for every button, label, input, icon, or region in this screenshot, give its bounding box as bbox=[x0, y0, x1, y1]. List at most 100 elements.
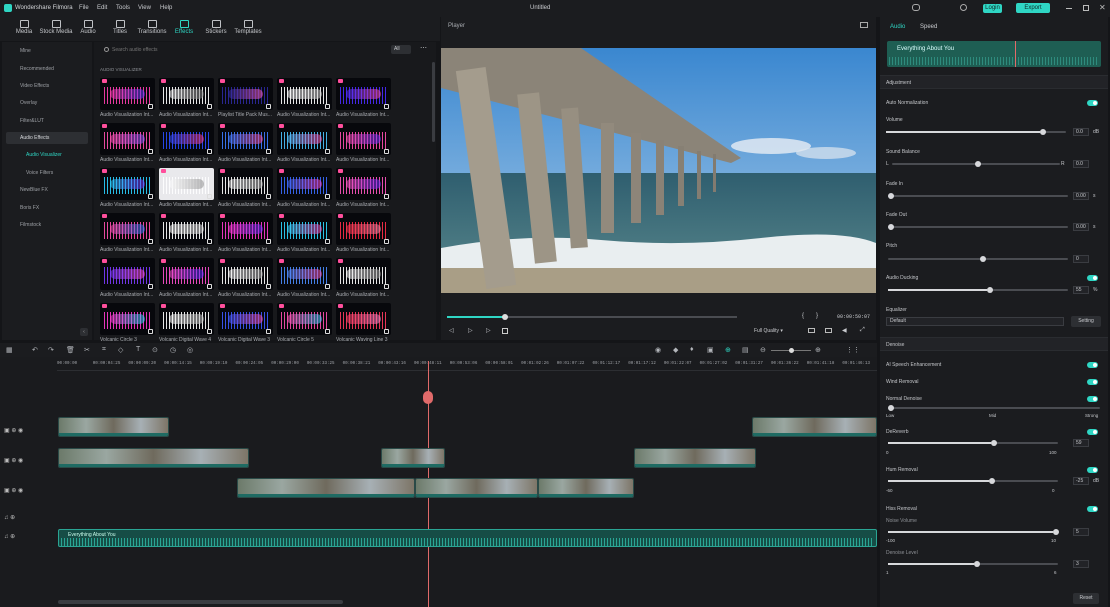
tab-speed[interactable]: Speed bbox=[920, 24, 937, 30]
hum-removal-toggle[interactable] bbox=[1087, 467, 1098, 473]
zoom-out-icon[interactable]: ⊖ bbox=[760, 346, 766, 354]
tab-effects[interactable]: Effects bbox=[166, 18, 202, 40]
effect-card[interactable]: Audio Visualization Int... bbox=[277, 213, 332, 258]
tab-media[interactable]: Media bbox=[6, 18, 42, 40]
tag-icon[interactable]: ◇ bbox=[118, 346, 123, 354]
effect-card[interactable]: Audio Visualization Int... bbox=[277, 258, 332, 303]
download-icon[interactable] bbox=[148, 149, 153, 154]
effect-card[interactable]: Audio Visualization Int... bbox=[336, 78, 391, 123]
nav-audio-visualizer[interactable]: Audio Visualizer bbox=[6, 149, 88, 161]
export-button[interactable]: Export bbox=[1016, 3, 1050, 13]
video-clip[interactable] bbox=[58, 448, 249, 468]
nav-video-effects[interactable]: Video Effects bbox=[6, 80, 88, 92]
nav-recommended[interactable]: Recommended bbox=[6, 63, 88, 75]
download-icon[interactable] bbox=[325, 239, 330, 244]
render-icon[interactable]: ◉ bbox=[655, 346, 661, 354]
download-icon[interactable] bbox=[325, 194, 330, 199]
effect-card[interactable]: Playlist Title Pack Mus... bbox=[218, 78, 273, 123]
effect-card[interactable]: Audio Visualization Int... bbox=[277, 168, 332, 213]
auto-normalization-toggle[interactable] bbox=[1087, 100, 1098, 106]
effect-card[interactable]: Audio Visualization Int... bbox=[277, 78, 332, 123]
download-icon[interactable] bbox=[325, 284, 330, 289]
dereverb-value[interactable]: 59 bbox=[1073, 439, 1089, 447]
download-icon[interactable] bbox=[384, 104, 389, 109]
layout-icon[interactable]: ▦ bbox=[6, 346, 13, 354]
download-icon[interactable] bbox=[266, 239, 271, 244]
crop-icon[interactable]: ⌗ bbox=[102, 346, 106, 354]
zoom-in-icon[interactable]: ⊕ bbox=[815, 346, 821, 354]
volume-icon[interactable]: ◀ bbox=[842, 327, 847, 334]
pitch-slider[interactable] bbox=[888, 256, 1068, 262]
color-icon[interactable]: ◎ bbox=[187, 346, 193, 354]
tab-stock-media[interactable]: Stock Media bbox=[38, 18, 74, 40]
denoise-level-slider[interactable] bbox=[888, 561, 1058, 567]
camera-icon[interactable] bbox=[825, 328, 832, 333]
download-icon[interactable] bbox=[384, 194, 389, 199]
account-icon[interactable] bbox=[960, 4, 967, 11]
tab-transitions[interactable]: Transitions bbox=[134, 18, 170, 40]
effect-card[interactable]: Audio Visualization Int... bbox=[100, 213, 155, 258]
effect-card[interactable]: Audio Visualization Int... bbox=[336, 168, 391, 213]
effect-card[interactable]: Volcanic Waving Line 3 bbox=[336, 303, 391, 348]
fade-out-value[interactable]: 0.00 bbox=[1073, 223, 1089, 231]
effect-card[interactable]: Audio Visualization Int... bbox=[159, 258, 214, 303]
pitch-value[interactable]: 0 bbox=[1073, 255, 1089, 263]
mark-in-icon[interactable]: { bbox=[802, 313, 804, 319]
ai-speech-toggle[interactable] bbox=[1087, 362, 1098, 368]
video-clip[interactable] bbox=[415, 478, 538, 498]
cloud-icon[interactable] bbox=[912, 4, 920, 11]
effect-card[interactable]: Audio Visualization Int... bbox=[100, 168, 155, 213]
video-clip[interactable] bbox=[58, 417, 169, 437]
menu-view[interactable]: View bbox=[138, 5, 151, 11]
mic-icon[interactable]: ♦ bbox=[690, 346, 694, 353]
effect-card[interactable]: Volcanic Digital Wave 4 bbox=[159, 303, 214, 348]
equalizer-dropdown[interactable]: Default bbox=[886, 317, 1064, 326]
dereverb-slider[interactable] bbox=[888, 440, 1058, 446]
balance-value[interactable]: 0.0 bbox=[1073, 160, 1089, 168]
menu-tools[interactable]: Tools bbox=[116, 5, 130, 11]
fade-in-value[interactable]: 0.00 bbox=[1073, 192, 1089, 200]
video-preview[interactable] bbox=[441, 48, 876, 293]
effect-card[interactable]: Audio Visualization Int... bbox=[336, 258, 391, 303]
text-tool-icon[interactable]: T bbox=[136, 346, 140, 353]
download-icon[interactable] bbox=[384, 329, 389, 334]
download-icon[interactable] bbox=[325, 104, 330, 109]
denoise-header[interactable]: Denoise bbox=[880, 337, 1108, 351]
nav-filter-lut[interactable]: Filter&LUT bbox=[6, 115, 88, 127]
close-icon[interactable]: ✕ bbox=[1099, 3, 1106, 12]
effects-search-input[interactable] bbox=[112, 45, 252, 54]
download-icon[interactable] bbox=[266, 104, 271, 109]
download-icon[interactable] bbox=[148, 239, 153, 244]
nav-mine[interactable]: Mine bbox=[6, 45, 88, 57]
noise-volume-value[interactable]: 5 bbox=[1073, 528, 1089, 536]
ai-tool-icon[interactable]: ▣ bbox=[707, 346, 714, 354]
download-icon[interactable] bbox=[266, 194, 271, 199]
download-icon[interactable] bbox=[207, 329, 212, 334]
effect-card[interactable]: Volcanic Circle 5 bbox=[277, 303, 332, 348]
ducking-slider[interactable] bbox=[888, 287, 1068, 293]
download-icon[interactable] bbox=[266, 149, 271, 154]
nav-filmstock[interactable]: Filmstock bbox=[6, 219, 88, 231]
normal-denoise-toggle[interactable] bbox=[1087, 396, 1098, 402]
audio-clip-everything-about-you[interactable]: Everything About You bbox=[58, 529, 877, 547]
effect-card[interactable]: Audio Visualization Int... bbox=[218, 258, 273, 303]
reset-button[interactable]: Reset bbox=[1073, 593, 1099, 604]
effect-card[interactable]: Audio Visualization Int... bbox=[159, 78, 214, 123]
effect-card[interactable]: Audio Visualization Int... bbox=[336, 213, 391, 258]
download-icon[interactable] bbox=[207, 104, 212, 109]
volume-value[interactable]: 0.0 bbox=[1073, 128, 1089, 136]
download-icon[interactable] bbox=[266, 329, 271, 334]
scrollbar[interactable] bbox=[432, 62, 435, 142]
video-clip[interactable] bbox=[634, 448, 756, 468]
effect-card[interactable]: Audio Visualization Int... bbox=[218, 123, 273, 168]
video-clip[interactable] bbox=[381, 448, 445, 468]
menu-file[interactable]: File bbox=[79, 5, 89, 11]
delete-icon[interactable]: 🗑 bbox=[66, 346, 75, 354]
hum-slider[interactable] bbox=[888, 478, 1058, 484]
dereverb-toggle[interactable] bbox=[1087, 429, 1098, 435]
download-icon[interactable] bbox=[207, 239, 212, 244]
effect-card[interactable]: Audio Visualization Int... bbox=[100, 258, 155, 303]
maximize-icon[interactable] bbox=[1083, 5, 1089, 11]
nav-voice-filters[interactable]: Voice Filters bbox=[6, 167, 88, 179]
quality-dropdown[interactable]: Full Quality ▾ bbox=[754, 328, 783, 334]
